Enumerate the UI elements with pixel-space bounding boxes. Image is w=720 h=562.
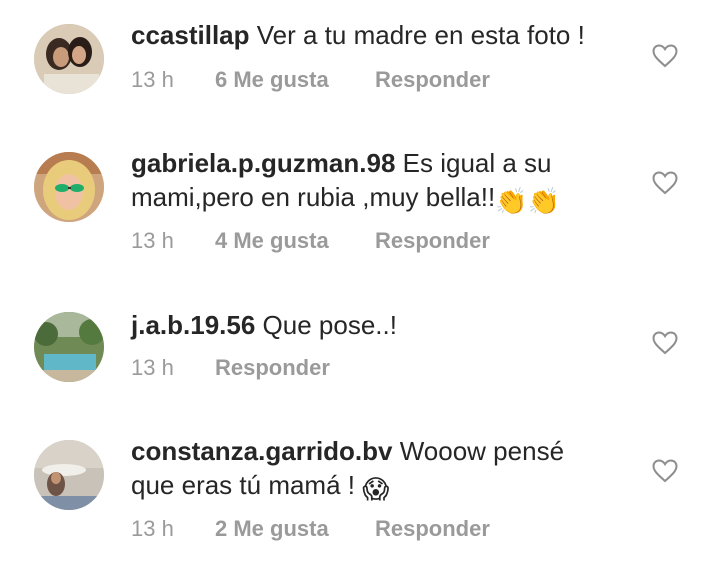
reply-button[interactable]: Responder xyxy=(375,67,490,93)
comment-meta: 13 h Responder xyxy=(131,355,330,381)
heart-outline-icon[interactable] xyxy=(652,171,678,195)
comment-text: ccastillap Ver a tu madre en esta foto ! xyxy=(131,18,611,52)
comment-meta: 13 h 2 Me gusta Responder xyxy=(131,516,490,542)
comment-time: 13 h xyxy=(131,67,174,92)
avatar[interactable] xyxy=(34,312,104,382)
screaming-face-emoji: 😱 xyxy=(362,474,390,504)
comment-meta: 13 h 4 Me gusta Responder xyxy=(131,228,490,254)
comment-body: Ver a tu madre en esta foto ! xyxy=(256,20,585,50)
reply-button[interactable]: Responder xyxy=(375,228,490,254)
likes-count[interactable]: 6 Me gusta xyxy=(215,67,375,93)
comment-meta: 13 h 6 Me gusta Responder xyxy=(131,67,490,93)
comment-time: 13 h xyxy=(131,516,174,541)
likes-count[interactable]: 2 Me gusta xyxy=(215,516,375,542)
comment-text: gabriela.p.guzman.98 Es igual a su mami,… xyxy=(131,146,611,218)
comment-time: 13 h xyxy=(131,355,174,380)
heart-outline-icon[interactable] xyxy=(652,459,678,483)
avatar[interactable] xyxy=(34,24,104,94)
comment-username[interactable]: constanza.garrido.bv xyxy=(131,436,393,466)
comment-time: 13 h xyxy=(131,228,174,253)
comment-text: constanza.garrido.bv Wooow pensé que era… xyxy=(131,434,611,506)
heart-outline-icon[interactable] xyxy=(652,331,678,355)
avatar[interactable] xyxy=(34,440,104,510)
clapping-hands-emoji: 👏👏 xyxy=(495,186,560,216)
comment-username[interactable]: ccastillap xyxy=(131,20,250,50)
likes-count[interactable]: 4 Me gusta xyxy=(215,228,375,254)
comment-text: j.a.b.19.56 Que pose..! xyxy=(131,308,611,342)
comment-body: Que pose..! xyxy=(262,310,397,340)
comment-username[interactable]: gabriela.p.guzman.98 xyxy=(131,148,395,178)
heart-outline-icon[interactable] xyxy=(652,44,678,68)
reply-button[interactable]: Responder xyxy=(215,355,330,381)
reply-button[interactable]: Responder xyxy=(375,516,490,542)
comment-username[interactable]: j.a.b.19.56 xyxy=(131,310,255,340)
avatar[interactable] xyxy=(34,152,104,222)
